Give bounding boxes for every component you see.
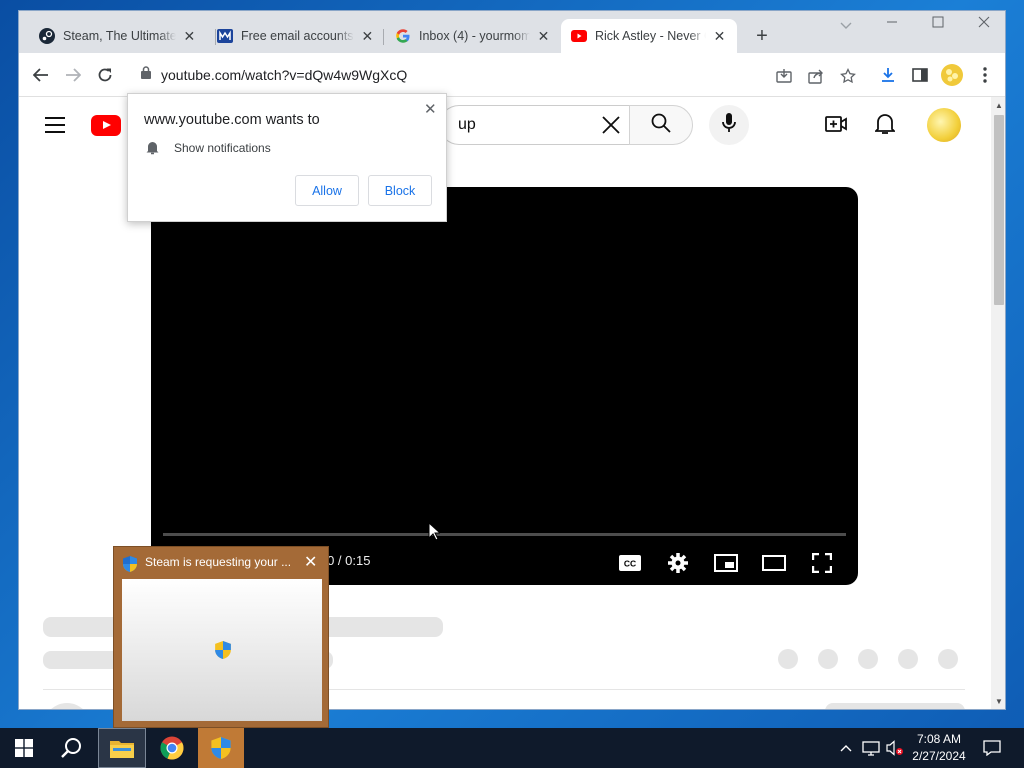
uac-title: Steam is requesting your ... (145, 555, 292, 569)
install-app-icon[interactable] (775, 67, 793, 85)
captions-icon[interactable]: CC (617, 551, 643, 575)
new-tab-button[interactable]: + (751, 25, 773, 48)
browser-toolbar: youtube.com/watch?v=dQw4w9WgXcQ (19, 53, 1005, 97)
voice-search-button[interactable] (709, 105, 749, 145)
reload-icon[interactable] (93, 63, 117, 87)
mouse-cursor-icon (428, 521, 442, 546)
notifications-bell-icon[interactable] (873, 113, 897, 140)
downloads-icon[interactable] (876, 63, 900, 87)
tab-search-chevron-icon[interactable] (831, 17, 861, 33)
page-scrollbar[interactable]: ▲ ▼ (991, 97, 1005, 709)
block-button[interactable]: Block (368, 175, 432, 206)
svg-text:CC: CC (624, 559, 636, 569)
permission-request-text: Show notifications (174, 141, 271, 155)
settings-gear-icon[interactable] (665, 551, 691, 575)
tab-strip: Steam, The Ultimate Online Game Platform… (19, 11, 1005, 53)
notification-permission-prompt: www.youtube.com wants to ✕ Show notifica… (127, 93, 447, 222)
tab-title: Steam, The Ultimate Online Game Platform (63, 29, 176, 43)
action-center-icon[interactable] (978, 728, 1006, 768)
action-skeleton (818, 649, 838, 669)
tab-title: Free email accounts | Mail.com (241, 29, 354, 43)
video-player[interactable]: 0:00 / 0:15 CC (151, 187, 858, 585)
youtube-icon (571, 28, 587, 44)
action-skeleton (938, 649, 958, 669)
steam-icon (39, 28, 55, 44)
scroll-up-icon[interactable]: ▲ (995, 101, 1003, 110)
hamburger-menu-icon[interactable] (45, 117, 65, 138)
tab-separator (383, 29, 384, 45)
close-icon[interactable]: ✕ (304, 552, 317, 572)
volume-muted-icon[interactable] (884, 728, 906, 768)
miniplayer-icon[interactable] (713, 551, 739, 575)
tab-title: Rick Astley - Never Gonna Give You Up (595, 29, 706, 43)
share-icon[interactable] (807, 67, 825, 85)
tab-mail-com[interactable]: Free email accounts | Mail.com ✕ (207, 19, 385, 53)
tab-title: Inbox (4) - yourmom@gmail.com (419, 29, 530, 43)
tab-steam[interactable]: Steam, The Ultimate Online Game Platform… (29, 19, 207, 53)
allow-button[interactable]: Allow (295, 175, 359, 206)
avatar-skeleton (43, 703, 91, 709)
lock-icon[interactable] (141, 66, 151, 84)
uac-prompt-window[interactable]: Steam is requesting your ... ✕ (113, 546, 329, 728)
profile-avatar-icon[interactable] (940, 63, 964, 87)
forward-arrow-icon[interactable] (61, 63, 85, 87)
windows-start-icon[interactable] (0, 728, 48, 768)
uac-taskbar-icon[interactable] (198, 728, 244, 768)
address-bar[interactable]: youtube.com/watch?v=dQw4w9WgXcQ (129, 59, 864, 91)
tab-youtube-active[interactable]: Rick Astley - Never Gonna Give You Up ✕ (561, 19, 737, 53)
chrome-menu-icon[interactable] (973, 63, 997, 87)
action-skeleton (898, 649, 918, 669)
close-icon[interactable]: ✕ (424, 100, 437, 118)
maximize-icon[interactable] (923, 15, 953, 31)
clock-date: 2/27/2024 (912, 749, 966, 763)
windows-taskbar: 7:08 AM 2/27/2024 (0, 728, 1024, 768)
search-icon (651, 113, 671, 138)
bookmark-star-icon[interactable] (839, 67, 857, 85)
minimize-icon[interactable] (877, 15, 907, 31)
tray-chevron-icon[interactable] (836, 728, 856, 768)
tab-close-icon[interactable]: ✕ (182, 28, 197, 45)
clock-time: 7:08 AM (916, 732, 962, 746)
microphone-icon (722, 112, 736, 138)
tab-close-icon[interactable]: ✕ (536, 28, 551, 45)
button-skeleton (825, 703, 965, 709)
side-panel-icon[interactable] (908, 63, 932, 87)
scroll-down-icon[interactable]: ▼ (995, 697, 1003, 706)
url-text: youtube.com/watch?v=dQw4w9WgXcQ (161, 67, 408, 83)
action-skeleton (858, 649, 878, 669)
taskbar-clock[interactable]: 7:08 AM 2/27/2024 (908, 731, 970, 765)
search-icon[interactable] (48, 728, 96, 768)
theater-mode-icon[interactable] (761, 551, 787, 575)
fullscreen-icon[interactable] (809, 551, 835, 575)
action-skeleton (778, 649, 798, 669)
search-value: up (458, 116, 476, 133)
account-avatar[interactable] (927, 108, 961, 142)
uac-shield-icon (215, 641, 231, 664)
network-icon[interactable] (860, 728, 882, 768)
mail-com-icon (217, 28, 233, 44)
chrome-taskbar-icon[interactable] (148, 728, 196, 768)
google-icon (395, 28, 411, 44)
search-button[interactable] (629, 105, 693, 145)
tab-close-icon[interactable]: ✕ (712, 28, 727, 45)
back-arrow-icon[interactable] (29, 63, 53, 87)
scroll-thumb[interactable] (994, 115, 1004, 305)
bell-icon (146, 140, 159, 160)
create-video-icon[interactable] (825, 115, 847, 138)
uac-shield-icon (123, 556, 137, 577)
youtube-logo[interactable] (91, 115, 121, 136)
tab-gmail[interactable]: Inbox (4) - yourmom@gmail.com ✕ (385, 19, 561, 53)
tab-close-icon[interactable]: ✕ (360, 28, 375, 45)
permission-prompt-title: www.youtube.com wants to (144, 112, 320, 128)
clear-search-icon[interactable] (601, 115, 621, 140)
progress-bar[interactable] (163, 533, 846, 536)
uac-body (122, 579, 322, 721)
close-window-icon[interactable] (969, 15, 999, 31)
file-explorer-icon[interactable] (98, 728, 146, 768)
